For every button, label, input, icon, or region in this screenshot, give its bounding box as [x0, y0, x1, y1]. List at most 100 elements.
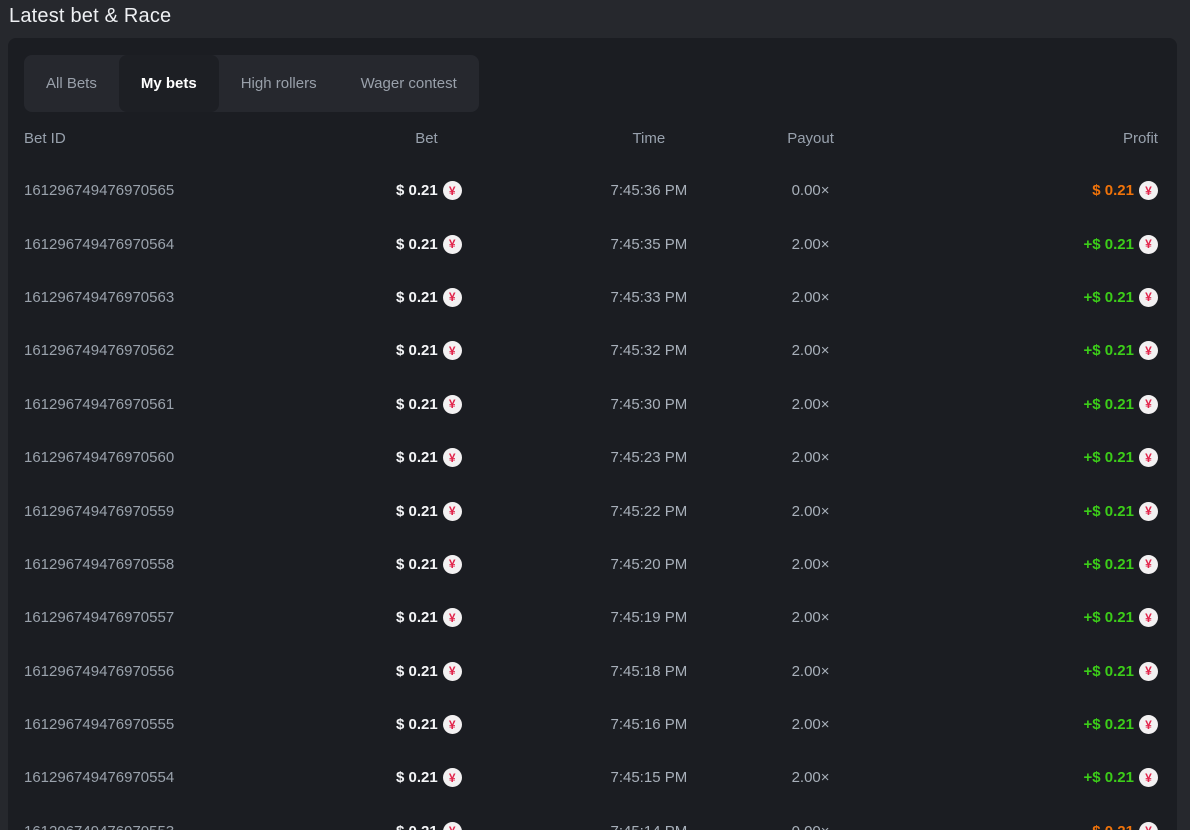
bet-cell: $ 0.21 ¥	[354, 235, 462, 254]
yen-coin-icon: ¥	[1139, 555, 1158, 574]
bet-cell: $ 0.21 ¥	[354, 181, 462, 200]
yen-coin-icon: ¥	[1139, 395, 1158, 414]
bet-amount: $ 0.21	[396, 716, 438, 733]
bet-id-cell: 161296749476970563	[24, 289, 354, 306]
time-cell: 7:45:19 PM	[462, 609, 746, 626]
profit-cell: +$ 0.21 ¥	[905, 502, 1161, 521]
yen-coin-icon: ¥	[443, 715, 462, 734]
tab-all-bets[interactable]: All Bets	[24, 55, 119, 112]
payout-cell: 2.00×	[746, 609, 905, 626]
table-row[interactable]: 161296749476970563 $ 0.21 ¥ 7:45:33 PM 2…	[24, 271, 1161, 324]
payout-cell: 2.00×	[746, 556, 905, 573]
bet-id-cell: 161296749476970554	[24, 769, 354, 786]
yen-coin-icon: ¥	[443, 608, 462, 627]
column-header-profit: Profit	[905, 130, 1161, 147]
bet-id-cell: 161296749476970555	[24, 716, 354, 733]
yen-coin-icon: ¥	[443, 448, 462, 467]
bet-id-cell: 161296749476970561	[24, 396, 354, 413]
profit-amount: +$ 0.21	[1083, 236, 1133, 253]
payout-cell: 2.00×	[746, 663, 905, 680]
table-row[interactable]: 161296749476970556 $ 0.21 ¥ 7:45:18 PM 2…	[24, 645, 1161, 698]
tab-my-bets[interactable]: My bets	[119, 55, 219, 112]
bet-cell: $ 0.21 ¥	[354, 341, 462, 360]
bet-id-cell: 161296749476970558	[24, 556, 354, 573]
profit-amount: $ 0.21	[1092, 823, 1134, 830]
yen-coin-icon: ¥	[443, 768, 462, 787]
bet-amount: $ 0.21	[396, 449, 438, 466]
table-row[interactable]: 161296749476970553 $ 0.21 ¥ 7:45:14 PM 0…	[24, 805, 1161, 830]
bet-cell: $ 0.21 ¥	[354, 715, 462, 734]
profit-cell: +$ 0.21 ¥	[905, 608, 1161, 627]
bet-cell: $ 0.21 ¥	[354, 662, 462, 681]
yen-coin-icon: ¥	[443, 822, 462, 830]
yen-coin-icon: ¥	[443, 288, 462, 307]
column-header-bet: Bet	[354, 130, 462, 147]
bet-id-cell: 161296749476970556	[24, 663, 354, 680]
time-cell: 7:45:16 PM	[462, 716, 746, 733]
profit-cell: +$ 0.21 ¥	[905, 662, 1161, 681]
yen-coin-icon: ¥	[443, 235, 462, 254]
time-cell: 7:45:32 PM	[462, 342, 746, 359]
bet-amount: $ 0.21	[396, 236, 438, 253]
yen-coin-icon: ¥	[1139, 181, 1158, 200]
yen-coin-icon: ¥	[1139, 662, 1158, 681]
bet-amount: $ 0.21	[396, 503, 438, 520]
profit-cell: $ 0.21 ¥	[905, 822, 1161, 830]
bet-id-cell: 161296749476970564	[24, 236, 354, 253]
profit-cell: +$ 0.21 ¥	[905, 235, 1161, 254]
bet-cell: $ 0.21 ¥	[354, 288, 462, 307]
column-header-time: Time	[462, 130, 746, 147]
bet-amount: $ 0.21	[396, 289, 438, 306]
profit-cell: +$ 0.21 ¥	[905, 555, 1161, 574]
payout-cell: 2.00×	[746, 396, 905, 413]
table-row[interactable]: 161296749476970564 $ 0.21 ¥ 7:45:35 PM 2…	[24, 217, 1161, 270]
yen-coin-icon: ¥	[1139, 288, 1158, 307]
bet-id-cell: 161296749476970557	[24, 609, 354, 626]
bet-amount: $ 0.21	[396, 663, 438, 680]
tab-high-rollers[interactable]: High rollers	[219, 55, 339, 112]
payout-cell: 2.00×	[746, 716, 905, 733]
profit-amount: +$ 0.21	[1083, 342, 1133, 359]
payout-cell: 2.00×	[746, 449, 905, 466]
table-row[interactable]: 161296749476970554 $ 0.21 ¥ 7:45:15 PM 2…	[24, 751, 1161, 804]
time-cell: 7:45:30 PM	[462, 396, 746, 413]
payout-cell: 0.00×	[746, 182, 905, 199]
profit-amount: +$ 0.21	[1083, 396, 1133, 413]
table-row[interactable]: 161296749476970557 $ 0.21 ¥ 7:45:19 PM 2…	[24, 591, 1161, 644]
bet-cell: $ 0.21 ¥	[354, 502, 462, 521]
bet-cell: $ 0.21 ¥	[354, 768, 462, 787]
table-row[interactable]: 161296749476970561 $ 0.21 ¥ 7:45:30 PM 2…	[24, 378, 1161, 431]
yen-coin-icon: ¥	[1139, 235, 1158, 254]
bet-id-cell: 161296749476970565	[24, 182, 354, 199]
payout-cell: 2.00×	[746, 289, 905, 306]
profit-cell: +$ 0.21 ¥	[905, 768, 1161, 787]
page-title: Latest bet & Race	[0, 0, 1190, 28]
payout-cell: 2.00×	[746, 342, 905, 359]
yen-coin-icon: ¥	[1139, 822, 1158, 830]
bet-id-cell: 161296749476970560	[24, 449, 354, 466]
table-row[interactable]: 161296749476970558 $ 0.21 ¥ 7:45:20 PM 2…	[24, 538, 1161, 591]
yen-coin-icon: ¥	[443, 395, 462, 414]
bet-amount: $ 0.21	[396, 342, 438, 359]
profit-amount: +$ 0.21	[1083, 716, 1133, 733]
table-row[interactable]: 161296749476970560 $ 0.21 ¥ 7:45:23 PM 2…	[24, 431, 1161, 484]
yen-coin-icon: ¥	[443, 341, 462, 360]
profit-amount: +$ 0.21	[1083, 449, 1133, 466]
yen-coin-icon: ¥	[443, 555, 462, 574]
table-row[interactable]: 161296749476970562 $ 0.21 ¥ 7:45:32 PM 2…	[24, 324, 1161, 377]
table-header: Bet ID Bet Time Payout Profit	[24, 112, 1161, 164]
tab-wager-contest[interactable]: Wager contest	[339, 55, 479, 112]
profit-cell: +$ 0.21 ¥	[905, 341, 1161, 360]
bet-cell: $ 0.21 ¥	[354, 608, 462, 627]
profit-cell: +$ 0.21 ¥	[905, 715, 1161, 734]
payout-cell: 2.00×	[746, 503, 905, 520]
profit-amount: $ 0.21	[1092, 182, 1134, 199]
bet-tabs: All Bets My bets High rollers Wager cont…	[24, 55, 479, 112]
table-row[interactable]: 161296749476970559 $ 0.21 ¥ 7:45:22 PM 2…	[24, 484, 1161, 537]
bet-cell: $ 0.21 ¥	[354, 448, 462, 467]
bet-id-cell: 161296749476970559	[24, 503, 354, 520]
profit-cell: +$ 0.21 ¥	[905, 395, 1161, 414]
table-row[interactable]: 161296749476970555 $ 0.21 ¥ 7:45:16 PM 2…	[24, 698, 1161, 751]
table-row[interactable]: 161296749476970565 $ 0.21 ¥ 7:45:36 PM 0…	[24, 164, 1161, 217]
profit-amount: +$ 0.21	[1083, 556, 1133, 573]
